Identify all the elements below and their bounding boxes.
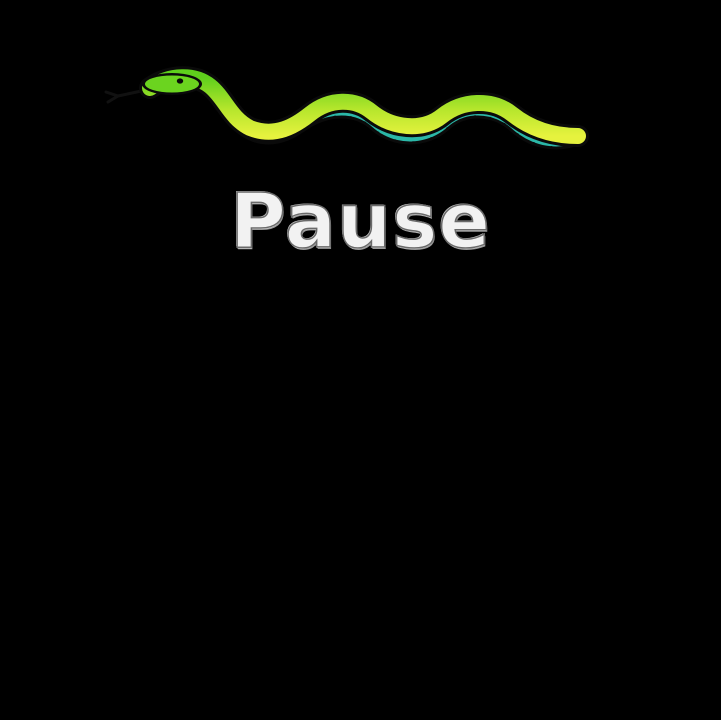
snake-icon [104, 66, 589, 150]
pause-title: Pause [229, 175, 491, 266]
pause-screen: Pause [0, 0, 721, 720]
